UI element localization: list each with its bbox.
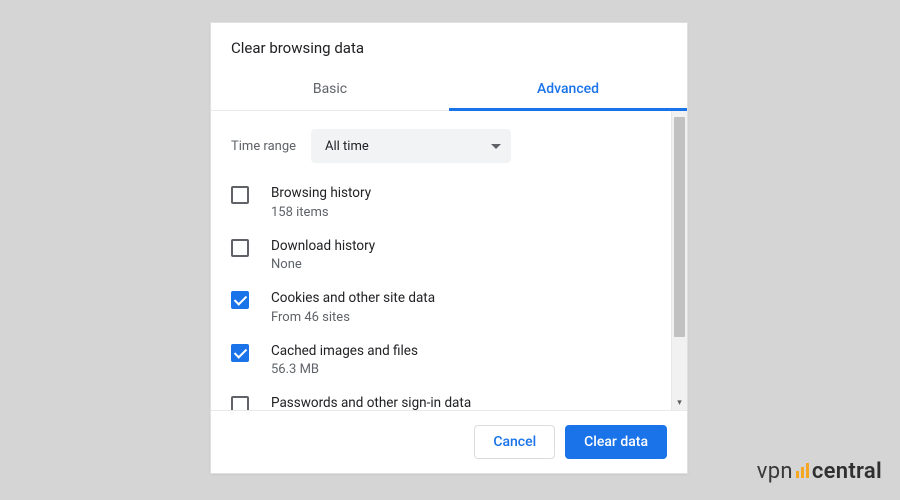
checkbox-passwords[interactable] bbox=[231, 396, 249, 411]
checkbox-cached-images[interactable] bbox=[231, 344, 249, 362]
option-title: Browsing history bbox=[271, 185, 651, 203]
option-browsing-history[interactable]: Browsing history 158 items bbox=[231, 185, 651, 220]
scrollbar[interactable]: ▾ bbox=[671, 111, 687, 410]
time-range-label: Time range bbox=[231, 139, 311, 154]
option-title: Download history bbox=[271, 238, 651, 256]
chevron-down-icon bbox=[491, 144, 501, 149]
option-cookies[interactable]: Cookies and other site data From 46 site… bbox=[231, 290, 651, 325]
options-scroll-area: Time range All time Browsing history 158… bbox=[211, 111, 687, 411]
tab-basic[interactable]: Basic bbox=[211, 69, 449, 110]
checkbox-cookies[interactable] bbox=[231, 291, 249, 309]
option-subtitle: None bbox=[271, 257, 651, 272]
scroll-down-icon[interactable]: ▾ bbox=[672, 396, 687, 410]
scrollbar-thumb[interactable] bbox=[674, 117, 685, 337]
option-subtitle: From 46 sites bbox=[271, 310, 651, 325]
checkbox-browsing-history[interactable] bbox=[231, 186, 249, 204]
time-range-select[interactable]: All time bbox=[311, 129, 511, 163]
cancel-button[interactable]: Cancel bbox=[474, 425, 555, 459]
tab-advanced[interactable]: Advanced bbox=[449, 69, 687, 110]
checkbox-download-history[interactable] bbox=[231, 239, 249, 257]
tab-bar: Basic Advanced bbox=[211, 69, 687, 111]
dialog-footer: Cancel Clear data bbox=[211, 411, 687, 473]
time-range-value: All time bbox=[325, 139, 369, 154]
watermark-logo: vpn central bbox=[757, 459, 882, 484]
option-subtitle: 158 items bbox=[271, 205, 651, 220]
dialog-title: Clear browsing data bbox=[211, 23, 687, 69]
clear-browsing-data-dialog: Clear browsing data Basic Advanced Time … bbox=[210, 22, 688, 474]
option-cached-images[interactable]: Cached images and files 56.3 MB bbox=[231, 343, 651, 378]
clear-data-button[interactable]: Clear data bbox=[565, 425, 667, 459]
option-title: Cached images and files bbox=[271, 343, 651, 361]
option-title: Cookies and other site data bbox=[271, 290, 651, 308]
option-subtitle: 56.3 MB bbox=[271, 362, 651, 377]
option-title: Passwords and other sign-in data bbox=[271, 395, 651, 411]
option-download-history[interactable]: Download history None bbox=[231, 238, 651, 273]
option-passwords[interactable]: Passwords and other sign-in data 11 pass… bbox=[231, 395, 651, 411]
time-range-row: Time range All time bbox=[231, 129, 651, 163]
signal-bars-icon bbox=[796, 463, 809, 478]
